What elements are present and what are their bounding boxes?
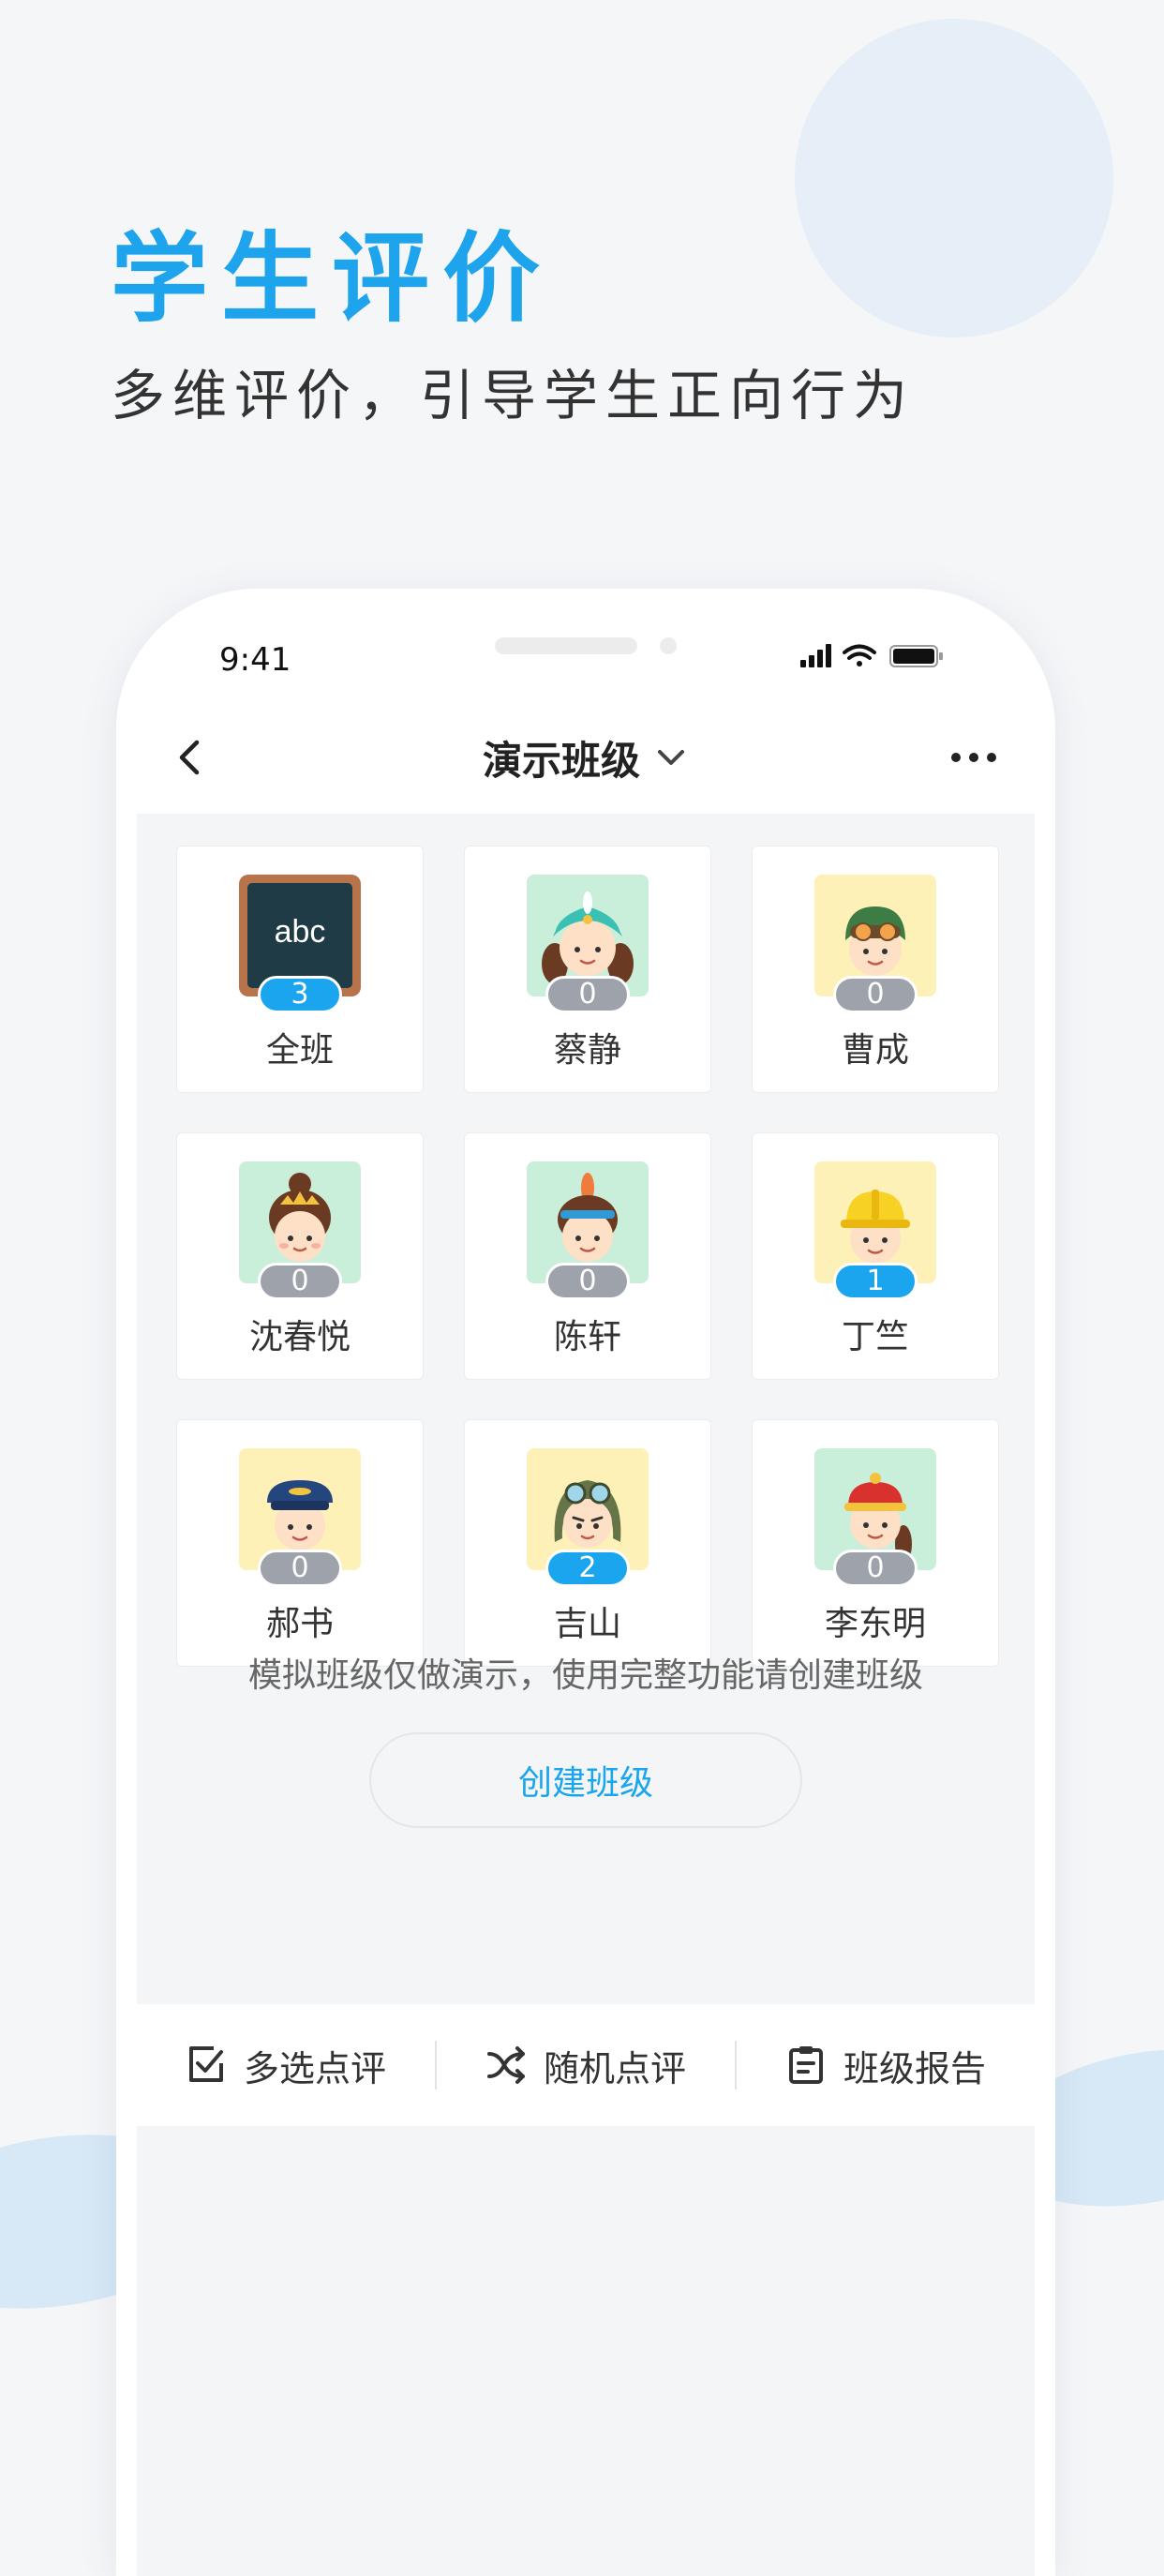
battery-icon (889, 645, 943, 667)
background-circle-decoration (795, 19, 1113, 337)
demo-notice: 模拟班级仅做演示，使用完整功能请创建班级 (247, 1656, 923, 1695)
score-badge: 0 (258, 1550, 342, 1587)
student-name: 陈轩 (553, 1318, 621, 1356)
random-review-button[interactable]: 随机点评 (437, 2004, 735, 2126)
clipboard-icon (788, 2046, 823, 2084)
student-name: 丁竺 (841, 1318, 909, 1356)
student-name: 沈春悦 (248, 1318, 351, 1356)
score-badge: 0 (545, 976, 630, 1013)
phone-mockup: 9:41 演示班级 abc 3 全班 0 蔡静 0 曹成 0 沈春悦 0 陈轩 … (116, 589, 1055, 2576)
multi-select-review-button[interactable]: 多选点评 (137, 2004, 435, 2126)
score-badge: 0 (545, 1263, 630, 1300)
student-card[interactable]: 0 郝书 (176, 1419, 424, 1667)
navbar: 演示班级 (137, 701, 1035, 814)
student-name: 全班 (265, 1031, 334, 1070)
student-name: 李东明 (824, 1605, 926, 1643)
app-screen: 演示班级 abc 3 全班 0 蔡静 0 曹成 0 沈春悦 0 陈轩 1 丁竺 … (137, 701, 1035, 2576)
create-class-button[interactable]: 创建班级 (369, 1732, 802, 1828)
student-card[interactable]: 1 丁竺 (752, 1132, 999, 1380)
class-selector[interactable]: 演示班级 (483, 729, 689, 786)
status-icons (800, 644, 943, 667)
hero-subtitle: 多维评价，引导学生正向行为 (111, 364, 916, 427)
class-report-label: 班级报告 (843, 2047, 986, 2089)
score-badge: 2 (545, 1550, 630, 1587)
back-icon[interactable] (171, 737, 212, 778)
status-time: 9:41 (219, 641, 291, 679)
hero-title: 学生评价 (111, 221, 554, 336)
signal-icon (800, 644, 831, 667)
phone-speaker (495, 637, 637, 654)
bottom-toolbar: 多选点评 随机点评 班级报告 (137, 2004, 1035, 2126)
score-badge: 0 (833, 1550, 918, 1587)
class-report-button[interactable]: 班级报告 (737, 2004, 1035, 2126)
student-card-whole-class[interactable]: abc 3 全班 (176, 846, 424, 1093)
student-name: 吉山 (553, 1605, 621, 1643)
student-name: 蔡静 (553, 1031, 621, 1070)
score-badge: 3 (258, 976, 342, 1013)
score-badge: 0 (833, 976, 918, 1013)
score-badge: 1 (833, 1263, 918, 1300)
chevron-down-icon (658, 750, 684, 765)
student-card[interactable]: 0 李东明 (752, 1419, 999, 1667)
student-name: 郝书 (265, 1605, 334, 1643)
student-card[interactable]: 0 曹成 (752, 846, 999, 1093)
nav-title: 演示班级 (482, 737, 640, 784)
more-icon[interactable] (948, 741, 999, 774)
score-badge: 0 (258, 1263, 342, 1300)
wifi-icon (843, 644, 876, 666)
student-card[interactable]: 0 陈轩 (464, 1132, 711, 1380)
student-card[interactable]: 0 蔡静 (464, 846, 711, 1093)
random-review-label: 随机点评 (543, 2047, 686, 2089)
shuffle-icon (486, 2046, 525, 2084)
svg-text:abc: abc (275, 914, 326, 950)
student-card[interactable]: 2 吉山 (464, 1419, 711, 1667)
phone-camera (660, 637, 677, 654)
multi-select-label: 多选点评 (243, 2047, 386, 2089)
checkbox-icon (188, 2046, 223, 2082)
student-name: 曹成 (841, 1031, 909, 1070)
student-card[interactable]: 0 沈春悦 (176, 1132, 424, 1380)
